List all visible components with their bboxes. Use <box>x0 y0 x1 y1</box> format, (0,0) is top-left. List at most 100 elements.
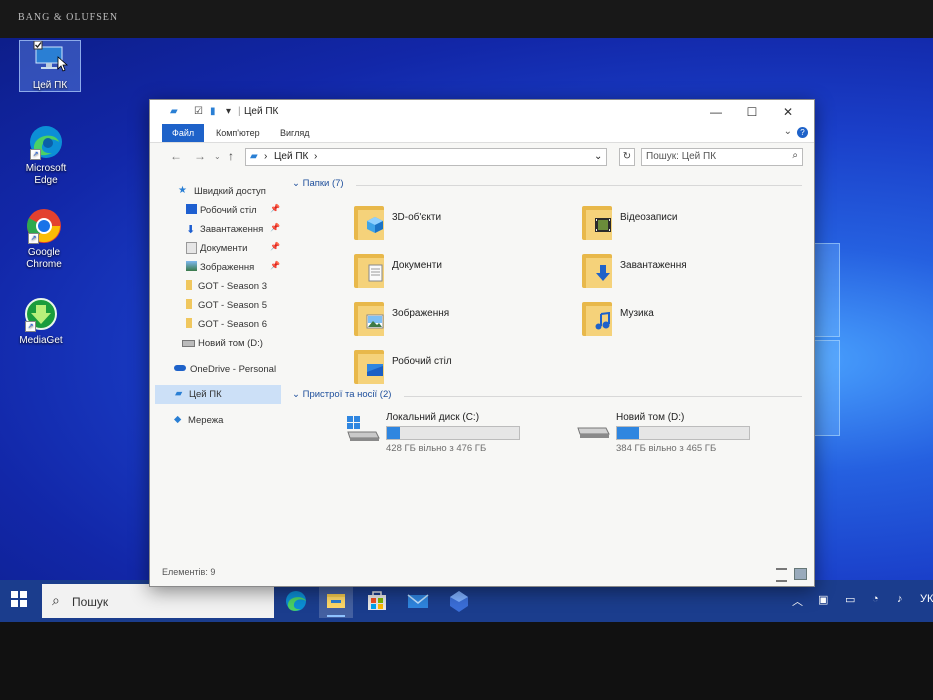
folder-videos[interactable]: Відеозаписи <box>580 200 800 244</box>
desktop-icon-edge[interactable]: ↗ Microsoft Edge <box>16 124 76 187</box>
desktop-icon-mediaget[interactable]: ↗ MediaGet <box>11 296 71 347</box>
close-button[interactable]: ✕ <box>770 102 806 122</box>
mail-icon <box>407 594 429 608</box>
drive-usage-bar <box>386 426 520 440</box>
desktop-icon-label: MediaGet <box>19 335 63 346</box>
nav-item-documents[interactable]: Документи 📌 <box>150 239 284 258</box>
search-box[interactable]: Пошук: Цей ПК ⌕ <box>641 148 803 166</box>
cloud-icon <box>174 365 186 371</box>
folder-label: Зображення <box>392 308 450 319</box>
nav-item-got-season-5[interactable]: GOT - Season 5 <box>150 296 284 315</box>
videos-icon <box>580 200 614 242</box>
nav-item-got-season-3[interactable]: GOT - Season 3 <box>150 277 284 296</box>
breadcrumb-this-pc[interactable]: Цей ПК <box>274 151 308 162</box>
taskbar-app-button[interactable] <box>442 584 476 618</box>
nav-item-network[interactable]: ◆ Мережа <box>150 411 284 430</box>
drive-usage-fill <box>387 427 401 439</box>
folder-music[interactable]: Музика <box>580 296 800 340</box>
taskbar-file-explorer-button[interactable] <box>319 584 353 618</box>
nav-item-pictures[interactable]: Зображення 📌 <box>150 258 284 277</box>
nav-item-label: GOT - Season 5 <box>198 300 267 311</box>
forward-button[interactable]: → <box>194 149 206 163</box>
edge-icon: ↗ <box>28 124 64 160</box>
meet-now-icon[interactable]: ▣ <box>818 593 828 606</box>
search-icon: ⌕ <box>792 150 798 161</box>
folder-documents[interactable]: Документи <box>352 248 572 292</box>
nav-item-desktop[interactable]: Робочий стіл 📌 <box>150 201 284 220</box>
folder-label: Робочий стіл <box>392 356 452 367</box>
desktop-icon-label: Microsoft Edge <box>25 163 67 186</box>
wifi-icon[interactable]: ◔ <box>872 593 879 605</box>
new-folder-icon[interactable]: ▮ <box>210 106 216 117</box>
drive-free-space: 428 ГБ вільно з 476 ГБ <box>386 443 487 454</box>
taskbar-search-box[interactable]: ⌕ Пошук <box>42 584 274 618</box>
folder-desktop[interactable]: Робочий стіл <box>352 344 572 388</box>
pin-icon[interactable]: 📌 <box>270 242 280 251</box>
nav-item-new-volume-d[interactable]: Новий том (D:) <box>150 334 284 353</box>
pictures-icon <box>352 296 386 338</box>
windows-logo-icon <box>11 591 27 607</box>
address-bar[interactable]: ▰ › Цей ПК › ⌄ <box>245 148 607 166</box>
laptop-bezel-top: BANG & OLUFSEN <box>0 0 933 40</box>
chrome-icon: ↗ <box>26 208 62 244</box>
folder-icon <box>186 280 192 290</box>
pin-icon[interactable]: 📌 <box>270 261 280 270</box>
nav-item-label: Швидкий доступ <box>194 186 266 197</box>
pin-icon[interactable]: 📌 <box>270 223 280 232</box>
refresh-button[interactable]: ↻ <box>619 148 635 166</box>
taskbar-store-button[interactable] <box>360 584 394 618</box>
group-header-devices[interactable]: ⌄ Пристрої та носії (2) <box>292 389 391 400</box>
up-button[interactable]: ↑ <box>228 149 234 163</box>
back-button[interactable]: ← <box>170 149 182 163</box>
folder-label: 3D-об'єкти <box>392 212 442 223</box>
drive-icon <box>182 340 195 347</box>
maximize-button[interactable]: ☐ <box>734 102 770 122</box>
battery-icon[interactable]: ▭ <box>845 593 855 606</box>
shortcut-arrow-icon: ↗ <box>30 149 41 160</box>
folder-downloads[interactable]: Завантаження <box>580 248 800 292</box>
minimize-button[interactable]: — <box>698 102 734 122</box>
expand-ribbon-icon[interactable]: ⌄ <box>784 126 792 137</box>
store-icon <box>368 591 386 610</box>
help-icon[interactable]: ? <box>797 127 808 138</box>
nav-item-this-pc[interactable]: ▰ Цей ПК <box>155 385 281 404</box>
volume-icon[interactable]: ♪ <box>897 593 903 605</box>
desktop-icon-chrome[interactable]: ↗ Google Chrome <box>14 208 74 271</box>
drive-usage-fill <box>617 427 640 439</box>
details-view-icon[interactable] <box>776 568 787 582</box>
drive-c[interactable]: Локальний диск (C:) 428 ГБ вільно з 476 … <box>346 410 596 460</box>
start-button[interactable] <box>10 590 30 610</box>
star-icon: ★ <box>178 185 187 196</box>
tab-file[interactable]: Файл <box>162 124 205 142</box>
title-bar: ▰ ☑ ▮ ▾ | Цей ПК — ☐ ✕ <box>150 100 814 124</box>
address-dropdown-icon[interactable]: ⌄ <box>594 151 602 162</box>
nav-item-got-season-6[interactable]: GOT - Season 6 <box>150 315 284 334</box>
pin-icon[interactable]: 📌 <box>270 204 280 213</box>
taskbar-mail-button[interactable] <box>401 584 435 618</box>
large-icons-view-icon[interactable] <box>794 568 807 580</box>
nav-item-quick-access[interactable]: ★ Швидкий доступ <box>150 182 284 201</box>
ribbon-tabs: Файл Комп'ютер Вигляд ⌄ ? <box>150 124 814 143</box>
tab-view[interactable]: Вигляд <box>274 126 316 140</box>
recent-locations-button[interactable]: ⌄ <box>214 152 221 161</box>
chevron-down-icon: ⌄ <box>292 389 300 400</box>
folder-label: Завантаження <box>620 260 687 271</box>
folder-pictures[interactable]: Зображення <box>352 296 572 340</box>
show-hidden-icons-icon[interactable]: ︿ <box>792 593 803 609</box>
folder-3d-objects[interactable]: 3D-об'єкти <box>352 200 572 244</box>
drive-d[interactable]: Новий том (D:) 384 ГБ вільно з 465 ГБ <box>576 410 826 460</box>
desktop-icon-this-pc[interactable]: Цей ПК <box>19 40 81 92</box>
customize-toolbar-icon[interactable]: ▾ <box>226 106 231 117</box>
nav-item-downloads[interactable]: ⬇ Завантаження 📌 <box>150 220 284 239</box>
nav-item-label: Документи <box>200 243 248 254</box>
group-header-folders[interactable]: ⌄ Папки (7) <box>292 178 344 189</box>
taskbar-edge-button[interactable] <box>279 584 313 618</box>
folder-label: Музика <box>620 308 654 319</box>
status-bar: Елементів: 9 <box>150 562 814 584</box>
nav-item-onedrive[interactable]: OneDrive - Personal <box>150 360 284 379</box>
divider <box>356 185 802 186</box>
language-indicator[interactable]: УК <box>920 593 933 605</box>
tab-computer[interactable]: Комп'ютер <box>210 126 266 140</box>
pictures-icon <box>186 261 197 271</box>
properties-icon[interactable]: ☑ <box>194 106 203 117</box>
